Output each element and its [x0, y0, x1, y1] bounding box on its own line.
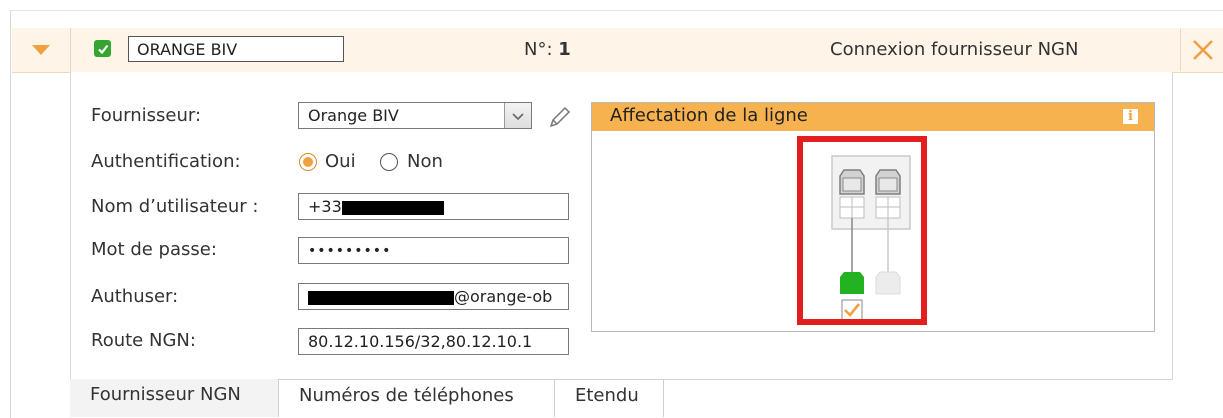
password-label: Mot de passe: [91, 239, 217, 260]
dropdown-button[interactable] [504, 103, 531, 128]
connection-header: ORANGE BIV N°: 1 Connexion fournisseur N… [12, 28, 1223, 73]
password-input[interactable]: ••••••••• [298, 237, 569, 264]
chevron-down-icon [32, 45, 50, 55]
number-value: 1 [558, 39, 571, 60]
close-icon [1192, 40, 1213, 60]
chevron-down-icon [512, 112, 524, 120]
checkmark-icon [97, 44, 108, 54]
username-value: +33 [308, 197, 342, 216]
fournisseur-select[interactable]: Orange BIV [298, 102, 532, 129]
authuser-value: @orange-ob [454, 287, 553, 306]
redaction-bar [341, 200, 444, 215]
collapse-toggle[interactable] [12, 28, 71, 72]
username-label: Nom d’utilisateur : [91, 196, 259, 217]
connection-panel: Fournisseur: Orange BIV Authentification… [70, 72, 1173, 380]
auth-no-label: Non [407, 151, 443, 172]
auth-no-radio[interactable] [380, 153, 398, 171]
auth-yes-label: Oui [325, 151, 356, 172]
line-assignment-title: Affectation de la ligne [610, 105, 808, 126]
redaction-bar [308, 290, 454, 305]
auth-yes-radio[interactable] [299, 153, 317, 171]
authuser-input[interactable]: @orange-ob [298, 283, 569, 310]
fournisseur-label: Fournisseur: [91, 105, 202, 126]
connection-name-input[interactable]: ORANGE BIV [128, 36, 344, 62]
connection-number: N°: 1 [524, 39, 571, 60]
tab-etendu[interactable]: Etendu [555, 379, 664, 417]
info-icon[interactable]: i [1123, 109, 1138, 124]
fournisseur-value: Orange BIV [308, 106, 399, 125]
route-label: Route NGN: [91, 330, 196, 351]
highlight-annotation [797, 136, 927, 325]
authuser-label: Authuser: [91, 286, 179, 307]
route-input[interactable]: 80.12.10.156/32,80.12.10.1 [298, 328, 569, 355]
tab-numeros-telephones[interactable]: Numéros de téléphones [278, 379, 555, 417]
number-label: N°: [524, 39, 553, 60]
pencil-icon[interactable] [547, 104, 573, 130]
username-input[interactable]: +33 [298, 193, 569, 220]
close-button[interactable] [1180, 29, 1223, 71]
auth-label: Authentification: [91, 151, 241, 172]
line-assignment-header: Affectation de la ligne i [592, 103, 1154, 131]
tab-fournisseur-ngn[interactable]: Fournisseur NGN [70, 379, 278, 417]
connection-title: Connexion fournisseur NGN [830, 39, 1079, 60]
enabled-checkbox[interactable] [94, 40, 111, 57]
